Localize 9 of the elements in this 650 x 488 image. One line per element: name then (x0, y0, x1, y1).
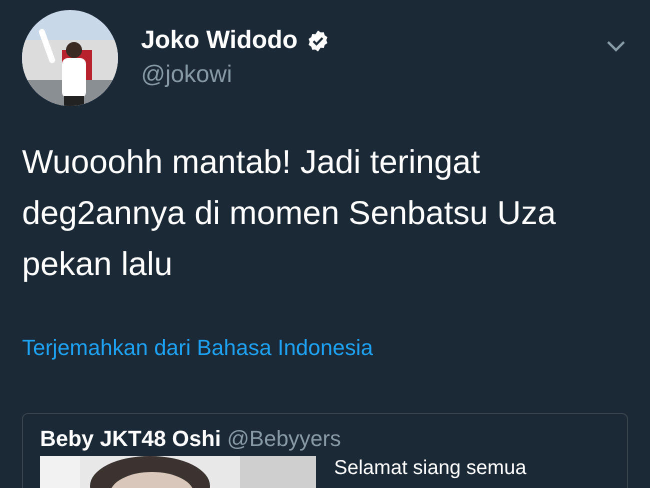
quoted-tweet-text: Selamat siang semua (334, 456, 526, 481)
quoted-tweet-card[interactable]: Beby JKT48 Oshi @Bebyyers Selamat siang semua (22, 413, 628, 488)
tweet-text: Wuooohh mantab! Jadi teringat deg2annya di momen Senbatsu Uza pekan lalu (22, 142, 557, 284)
chevron-down-icon[interactable] (606, 40, 626, 52)
author-handle: @jokowi (141, 61, 234, 89)
translate-link[interactable]: Terjemahkan dari Bahasa Indonesia (22, 335, 374, 361)
quoted-author-handle: @Bebyyers (226, 426, 341, 452)
author-name: Joko Widodo (141, 26, 298, 55)
quoted-author-name: Beby JKT48 Oshi (40, 426, 221, 452)
